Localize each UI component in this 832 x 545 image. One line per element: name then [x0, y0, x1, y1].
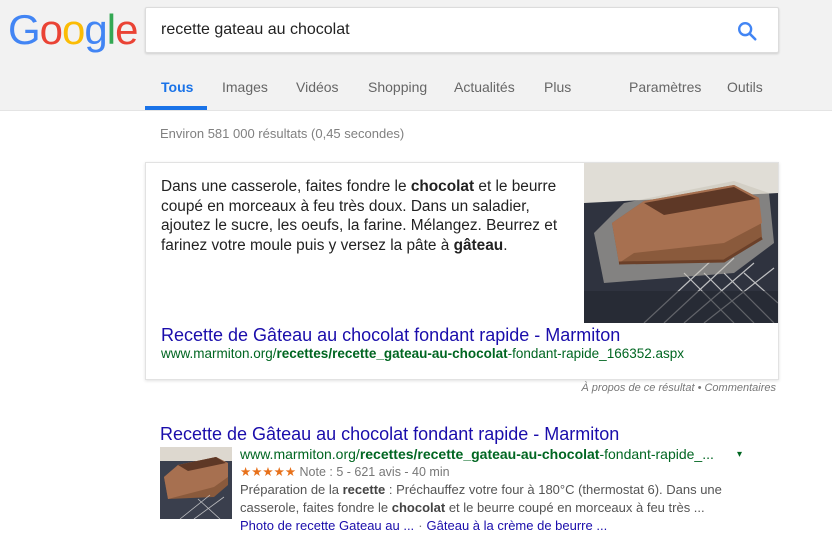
search-input[interactable]: recette gateau au chocolat: [145, 7, 779, 53]
active-tab-indicator: [145, 106, 207, 110]
search-query[interactable]: recette gateau au chocolat: [161, 21, 350, 39]
url-part: -fondant-rapide_166352.aspx: [507, 346, 685, 361]
sitelink-separator: ·: [418, 518, 423, 533]
result-title[interactable]: Recette de Gâteau au chocolat fondant ra…: [160, 424, 619, 445]
result-thumbnail[interactable]: [160, 447, 232, 519]
tab-plus[interactable]: Plus: [544, 78, 571, 108]
star-rating-icon: ★★★★★: [240, 465, 297, 479]
result-rating: ★★★★★ Note : 5 - 621 avis - 40 min: [240, 464, 450, 479]
logo-letter-o1: o: [39, 6, 63, 53]
search-tabs: Tous Images Vidéos Shopping Actualités P…: [0, 78, 832, 110]
tab-parametres[interactable]: Paramètres: [629, 78, 701, 108]
snippet-bold-chocolat: chocolat: [410, 178, 475, 195]
tab-videos[interactable]: Vidéos: [296, 78, 339, 108]
tab-actualites[interactable]: Actualités: [454, 78, 515, 108]
result-sitelinks: Photo de recette Gateau au ... · Gâteau à …: [240, 518, 607, 533]
url-bold-part: recettes/recette_gateau-au-chocolat: [359, 446, 600, 462]
desc-part: et le beurre coupé en morceaux à feu trè…: [445, 500, 705, 515]
featured-snippet: Dans une casserole, faites fondre le cho…: [145, 162, 779, 380]
desc-bold: chocolat: [391, 500, 446, 515]
featured-cake-image[interactable]: [584, 163, 778, 323]
sitelink-photo[interactable]: Photo de recette Gateau au ...: [240, 518, 414, 533]
search-icon[interactable]: [736, 20, 758, 42]
result-description: Préparation de la recette : Préchauffez …: [240, 481, 740, 517]
url-part: -fondant-rapide_...: [599, 446, 714, 462]
result-stats: Environ 581 000 résultats (0,45 secondes…: [160, 126, 405, 141]
featured-snippet-url[interactable]: www.marmiton.org/recettes/recette_gateau…: [161, 346, 684, 361]
tab-outils[interactable]: Outils: [727, 78, 763, 108]
rating-text: Note : 5 - 621 avis - 40 min: [296, 465, 450, 479]
featured-snippet-title[interactable]: Recette de Gâteau au chocolat fondant ra…: [161, 325, 620, 346]
snippet-bold-gateau: gâteau: [453, 236, 504, 254]
logo-letter-e: e: [115, 6, 138, 53]
desc-bold: recette: [342, 482, 386, 497]
google-logo[interactable]: Google: [8, 6, 138, 53]
logo-letter-l: l: [106, 6, 116, 53]
logo-letter-g: G: [8, 6, 41, 53]
sitelink-creme-beurre[interactable]: Gâteau à la crème de beurre ...: [427, 518, 608, 533]
about-result-links[interactable]: À propos de ce résultat • Commentaires: [581, 382, 776, 394]
featured-snippet-text: Dans une casserole, faites fondre le cho…: [161, 177, 561, 255]
desc-part: Préparation de la: [240, 482, 343, 497]
url-part: www.marmiton.org/: [240, 446, 360, 462]
logo-letter-g2: g: [84, 6, 107, 53]
tab-images[interactable]: Images: [222, 78, 268, 108]
chevron-down-icon[interactable]: ▾: [737, 449, 742, 460]
logo-letter-o2: o: [62, 6, 85, 53]
top-header: Google recette gateau au chocolat Tous I…: [0, 0, 832, 111]
tab-tous[interactable]: Tous: [161, 78, 193, 108]
snippet-text-part: Dans une casserole, faites fondre le: [161, 178, 411, 195]
result-url[interactable]: www.marmiton.org/recettes/recette_gateau…: [240, 446, 714, 462]
tab-shopping[interactable]: Shopping: [368, 78, 427, 108]
url-part: www.marmiton.org/: [161, 346, 277, 361]
snippet-text-part: .: [503, 236, 508, 254]
url-bold-part: recettes/recette_gateau-au-chocolat: [276, 346, 508, 361]
